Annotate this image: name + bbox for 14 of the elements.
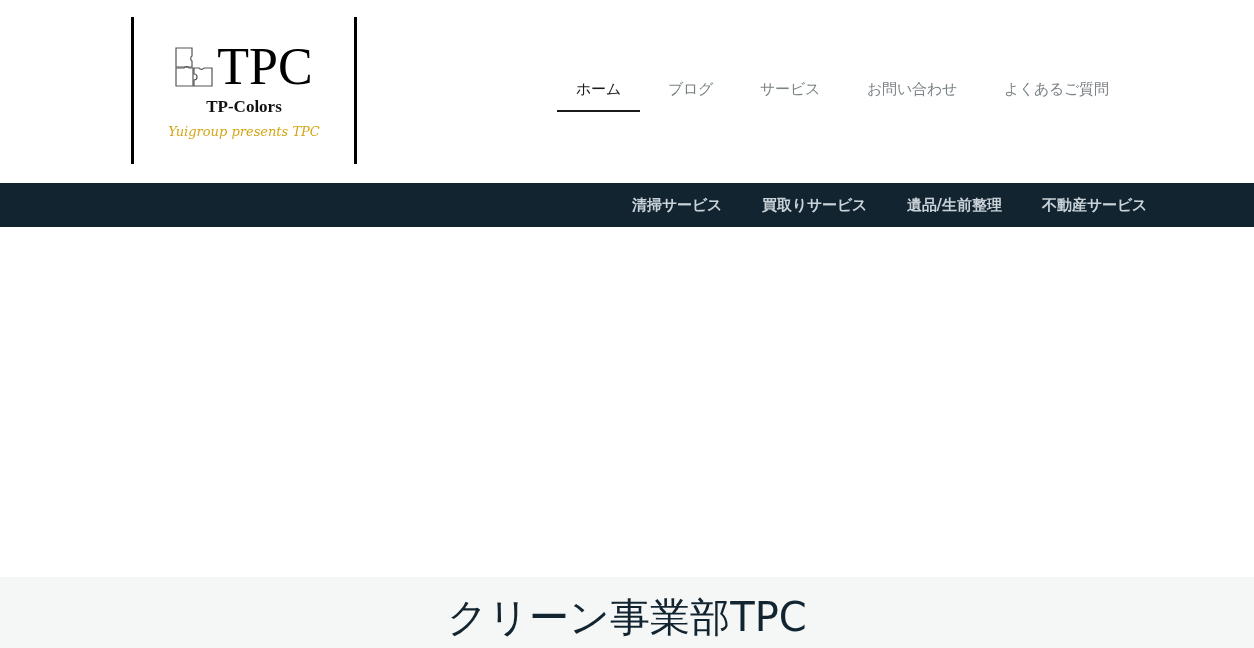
puzzle-icon	[175, 47, 214, 87]
nav-tab[interactable]: サービス	[741, 70, 839, 112]
nav-tab[interactable]: よくあるご質問	[985, 70, 1128, 112]
nav-tab[interactable]: ホーム	[557, 70, 640, 112]
nav-tab[interactable]: お問い合わせ	[848, 70, 976, 112]
nav-tab[interactable]: ブログ	[649, 70, 732, 112]
logo-subtitle: TP-Colors	[206, 97, 282, 117]
section-heading: クリーン事業部TPC	[446, 593, 808, 641]
logo-title: TPC	[217, 43, 313, 91]
logo-tagline: Yuigroup presents TPC	[168, 123, 320, 141]
subnav-link[interactable]: 買取りサービス	[761, 195, 867, 215]
subnav-link[interactable]: 清掃サービス	[631, 195, 722, 215]
subnav-link[interactable]: 遺品/生前整理	[906, 195, 1002, 215]
subnav-link[interactable]: 不動産サービス	[1042, 195, 1147, 215]
